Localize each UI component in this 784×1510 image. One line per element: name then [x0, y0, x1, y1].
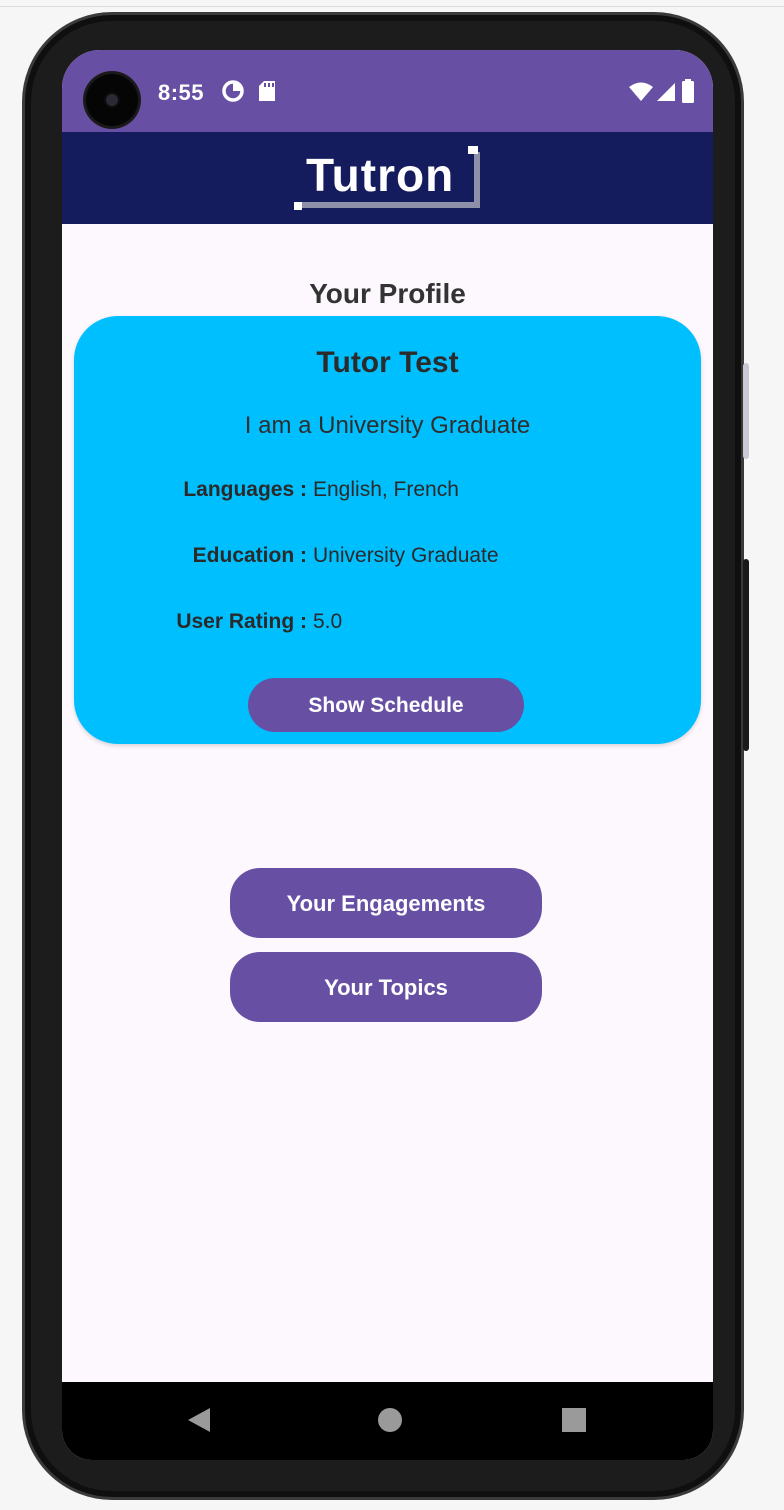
education-row: Education : University Graduate — [74, 544, 701, 574]
battery-icon — [682, 79, 694, 103]
back-icon[interactable] — [186, 1406, 212, 1434]
user-rating-label: User Rating : — [176, 610, 307, 633]
sd-card-icon — [259, 81, 275, 101]
power-button — [743, 559, 749, 751]
languages-value: English, French — [313, 478, 459, 501]
wifi-icon — [629, 82, 653, 101]
logo-accent-bottom — [294, 202, 302, 210]
logo-side-bar — [474, 152, 480, 208]
languages-label: Languages : — [183, 478, 307, 501]
top-divider — [0, 6, 784, 7]
logo-accent-top — [468, 146, 478, 154]
device-screen: 8:55 Tutron Your Profile Tutor Test I am… — [62, 50, 713, 1460]
page-title: Your Profile — [309, 278, 466, 309]
volume-button — [743, 363, 749, 459]
cell-signal-icon — [657, 83, 675, 101]
status-time: 8:55 — [158, 80, 205, 105]
tutor-name: Tutor Test — [316, 346, 459, 379]
user-rating-row: User Rating : 5.0 — [74, 610, 701, 640]
front-camera — [86, 74, 138, 126]
logo-text: Tutron — [306, 149, 455, 201]
logo-underline — [300, 202, 480, 208]
home-icon[interactable] — [376, 1406, 404, 1434]
user-rating-value: 5.0 — [313, 610, 343, 633]
tutor-tagline: I am a University Graduate — [244, 412, 531, 439]
recents-icon[interactable] — [562, 1408, 586, 1432]
education-value: University Graduate — [313, 544, 499, 567]
status-bar: 8:55 — [62, 50, 713, 132]
education-label: Education : — [192, 544, 307, 567]
show-schedule-button[interactable]: Show Schedule — [248, 678, 524, 732]
profile-card: Tutor Test I am a University Graduate La… — [74, 316, 701, 744]
navigation-bar — [62, 1382, 713, 1460]
your-topics-button[interactable]: Your Topics — [230, 952, 542, 1022]
languages-row: Languages : English, French — [74, 478, 701, 508]
data-saver-icon — [222, 80, 244, 102]
your-engagements-button[interactable]: Your Engagements — [230, 868, 542, 938]
tutron-logo: Tutron — [294, 146, 482, 212]
